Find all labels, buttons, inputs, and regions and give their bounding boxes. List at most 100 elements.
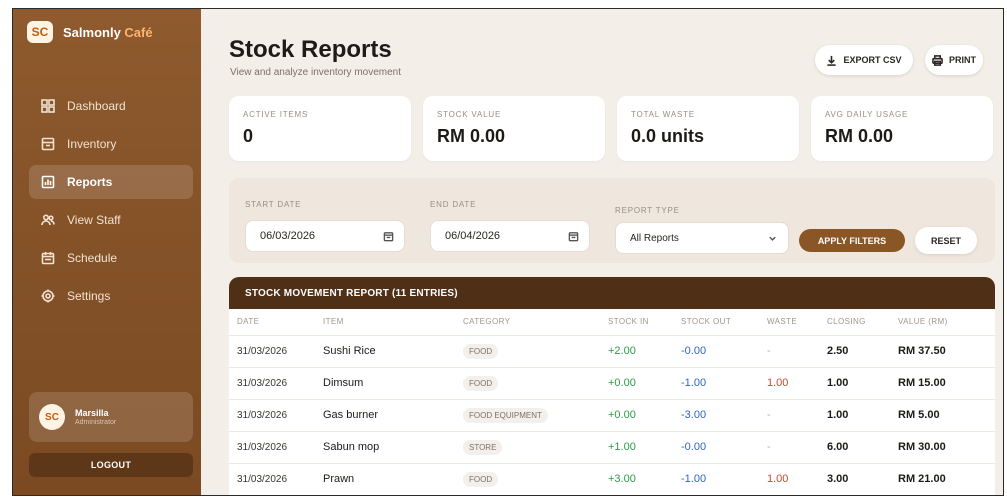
cell-closing: 6.00 xyxy=(827,431,898,464)
cell-item: Dimsum xyxy=(323,367,463,400)
column-header-closing[interactable]: CLOSING xyxy=(827,309,898,336)
table-row[interactable]: 31/03/2026 Sabun mop STORE +1.00 -0.00 -… xyxy=(229,431,995,464)
cell-category: FOOD xyxy=(463,335,608,368)
sidebar-item-label: View Staff xyxy=(67,213,121,227)
report-table: DATE ITEM CATEGORY STOCK IN STOCK OUT WA… xyxy=(229,309,995,495)
cell-closing: 1.00 xyxy=(827,399,898,432)
cell-date: 31/03/2026 xyxy=(229,335,323,368)
cell-stock-in: +1.00 xyxy=(608,431,681,464)
brand-name-part1: Salmonly xyxy=(63,24,121,40)
column-header-category[interactable]: CATEGORY xyxy=(463,309,608,336)
cell-item: Sabun mop xyxy=(323,431,463,464)
calendar-icon[interactable] xyxy=(568,231,579,242)
table-row[interactable]: 31/03/2026 Prawn FOOD +3.00 -1.00 1.00 3… xyxy=(229,463,995,495)
sidebar-item-label: Reports xyxy=(67,175,113,189)
stock-movement-report: STOCK MOVEMENT REPORT (11 ENTRIES) DATE … xyxy=(229,277,995,495)
table-row[interactable]: 31/03/2026 Sushi Rice FOOD +2.00 -0.00 -… xyxy=(229,335,995,368)
start-date-input[interactable]: 06/03/2026 xyxy=(245,220,405,252)
stat-card-total-waste: TOTAL WASTE 0.0 units xyxy=(617,96,799,161)
category-badge: FOOD xyxy=(463,471,499,487)
chart-icon xyxy=(41,175,55,189)
cell-stock-in: +0.00 xyxy=(608,367,681,400)
column-header-date[interactable]: DATE xyxy=(229,309,323,336)
cell-date: 31/03/2026 xyxy=(229,399,323,432)
end-date-value: 06/04/2026 xyxy=(445,230,501,242)
cell-item: Prawn xyxy=(323,463,463,495)
sidebar: SC Salmonly Café Dashboard Inventory Rep… xyxy=(13,9,201,495)
cell-waste: - xyxy=(767,335,827,368)
sidebar-item-label: Inventory xyxy=(67,137,117,151)
reset-button[interactable]: RESET xyxy=(915,227,977,254)
app-window: SC Salmonly Café Dashboard Inventory Rep… xyxy=(12,8,1004,496)
logout-button[interactable]: LOGOUT xyxy=(29,453,193,477)
table-row[interactable]: 31/03/2026 Gas burner FOOD EQUIPMENT +0.… xyxy=(229,399,995,432)
report-title: STOCK MOVEMENT REPORT (11 ENTRIES) xyxy=(229,277,995,309)
user-card[interactable]: SC Marsilla Administrator xyxy=(29,392,193,442)
brand-logo: SC xyxy=(27,21,53,43)
end-date-input[interactable]: 06/04/2026 xyxy=(430,220,590,252)
user-info: Marsilla Administrator xyxy=(75,408,116,426)
sidebar-item-view-staff[interactable]: View Staff xyxy=(29,203,193,237)
apply-filters-button[interactable]: APPLY FILTERS xyxy=(799,229,905,252)
stat-label: AVG DAILY USAGE xyxy=(825,110,909,119)
column-header-waste[interactable]: WASTE xyxy=(767,309,827,336)
sidebar-item-inventory[interactable]: Inventory xyxy=(29,127,193,161)
cell-closing: 3.00 xyxy=(827,463,898,495)
dashboard-icon xyxy=(41,99,55,113)
print-button[interactable]: PRINT xyxy=(925,45,983,75)
stat-card-stock-value: STOCK VALUE RM 0.00 xyxy=(423,96,605,161)
report-type-select[interactable]: All Reports xyxy=(615,222,789,254)
cell-stock-in: +2.00 xyxy=(608,335,681,368)
print-label: PRINT xyxy=(949,55,976,65)
start-date-label: START DATE xyxy=(245,200,302,209)
table-row[interactable]: 31/03/2026 Dimsum FOOD +0.00 -1.00 1.00 … xyxy=(229,367,995,400)
sidebar-item-label: Settings xyxy=(67,289,111,303)
category-badge: FOOD xyxy=(463,343,499,359)
cell-stock-out: -0.00 xyxy=(681,335,767,368)
cell-stock-out: -0.00 xyxy=(681,431,767,464)
export-csv-button[interactable]: EXPORT CSV xyxy=(815,45,913,75)
table-header-row: DATE ITEM CATEGORY STOCK IN STOCK OUT WA… xyxy=(229,309,995,336)
box-icon xyxy=(41,137,55,151)
user-role: Administrator xyxy=(75,419,117,426)
page-title: Stock Reports xyxy=(229,36,392,63)
column-header-stock-out[interactable]: STOCK OUT xyxy=(681,309,767,336)
column-header-stock-in[interactable]: STOCK IN xyxy=(608,309,681,336)
stat-card-avg-daily-usage: AVG DAILY USAGE RM 0.00 xyxy=(811,96,993,161)
sidebar-item-settings[interactable]: Settings xyxy=(29,279,193,313)
sidebar-item-label: Dashboard xyxy=(67,99,126,113)
cell-date: 31/03/2026 xyxy=(229,367,323,400)
cell-stock-in: +3.00 xyxy=(608,463,681,495)
column-header-value[interactable]: VALUE (RM) xyxy=(898,309,995,336)
cell-stock-in: +0.00 xyxy=(608,399,681,432)
sidebar-item-dashboard[interactable]: Dashboard xyxy=(29,89,193,123)
brand[interactable]: SC Salmonly Café xyxy=(27,21,153,43)
calendar-icon xyxy=(41,251,55,265)
users-icon xyxy=(41,213,55,227)
cell-closing: 1.00 xyxy=(827,367,898,400)
stat-value: 0.0 units xyxy=(631,126,705,146)
report-type-value: All Reports xyxy=(630,232,679,244)
cell-category: STORE xyxy=(463,431,608,464)
end-date-label: END DATE xyxy=(430,200,477,209)
cell-date: 31/03/2026 xyxy=(229,463,323,495)
sidebar-nav: Dashboard Inventory Reports View Staff S… xyxy=(29,89,193,317)
sidebar-item-schedule[interactable]: Schedule xyxy=(29,241,193,275)
category-badge: STORE xyxy=(463,439,503,455)
category-badge: FOOD xyxy=(463,375,499,391)
download-icon xyxy=(827,55,837,66)
sidebar-item-reports[interactable]: Reports xyxy=(29,165,193,199)
stat-label: ACTIVE ITEMS xyxy=(243,110,309,119)
cell-waste: - xyxy=(767,431,827,464)
stats-row: ACTIVE ITEMS 0 STOCK VALUE RM 0.00 TOTAL… xyxy=(229,96,993,161)
report-type-label: REPORT TYPE xyxy=(615,206,680,215)
column-header-item[interactable]: ITEM xyxy=(323,309,463,336)
printer-icon xyxy=(932,54,943,66)
cell-waste: - xyxy=(767,399,827,432)
cell-item: Sushi Rice xyxy=(323,335,463,368)
filter-panel: START DATE 06/03/2026 END DATE 06/04/202… xyxy=(229,178,995,263)
calendar-icon[interactable] xyxy=(383,231,394,242)
gear-icon xyxy=(41,289,55,303)
cell-value: RM 21.00 xyxy=(898,463,995,495)
cell-category: FOOD xyxy=(463,367,608,400)
